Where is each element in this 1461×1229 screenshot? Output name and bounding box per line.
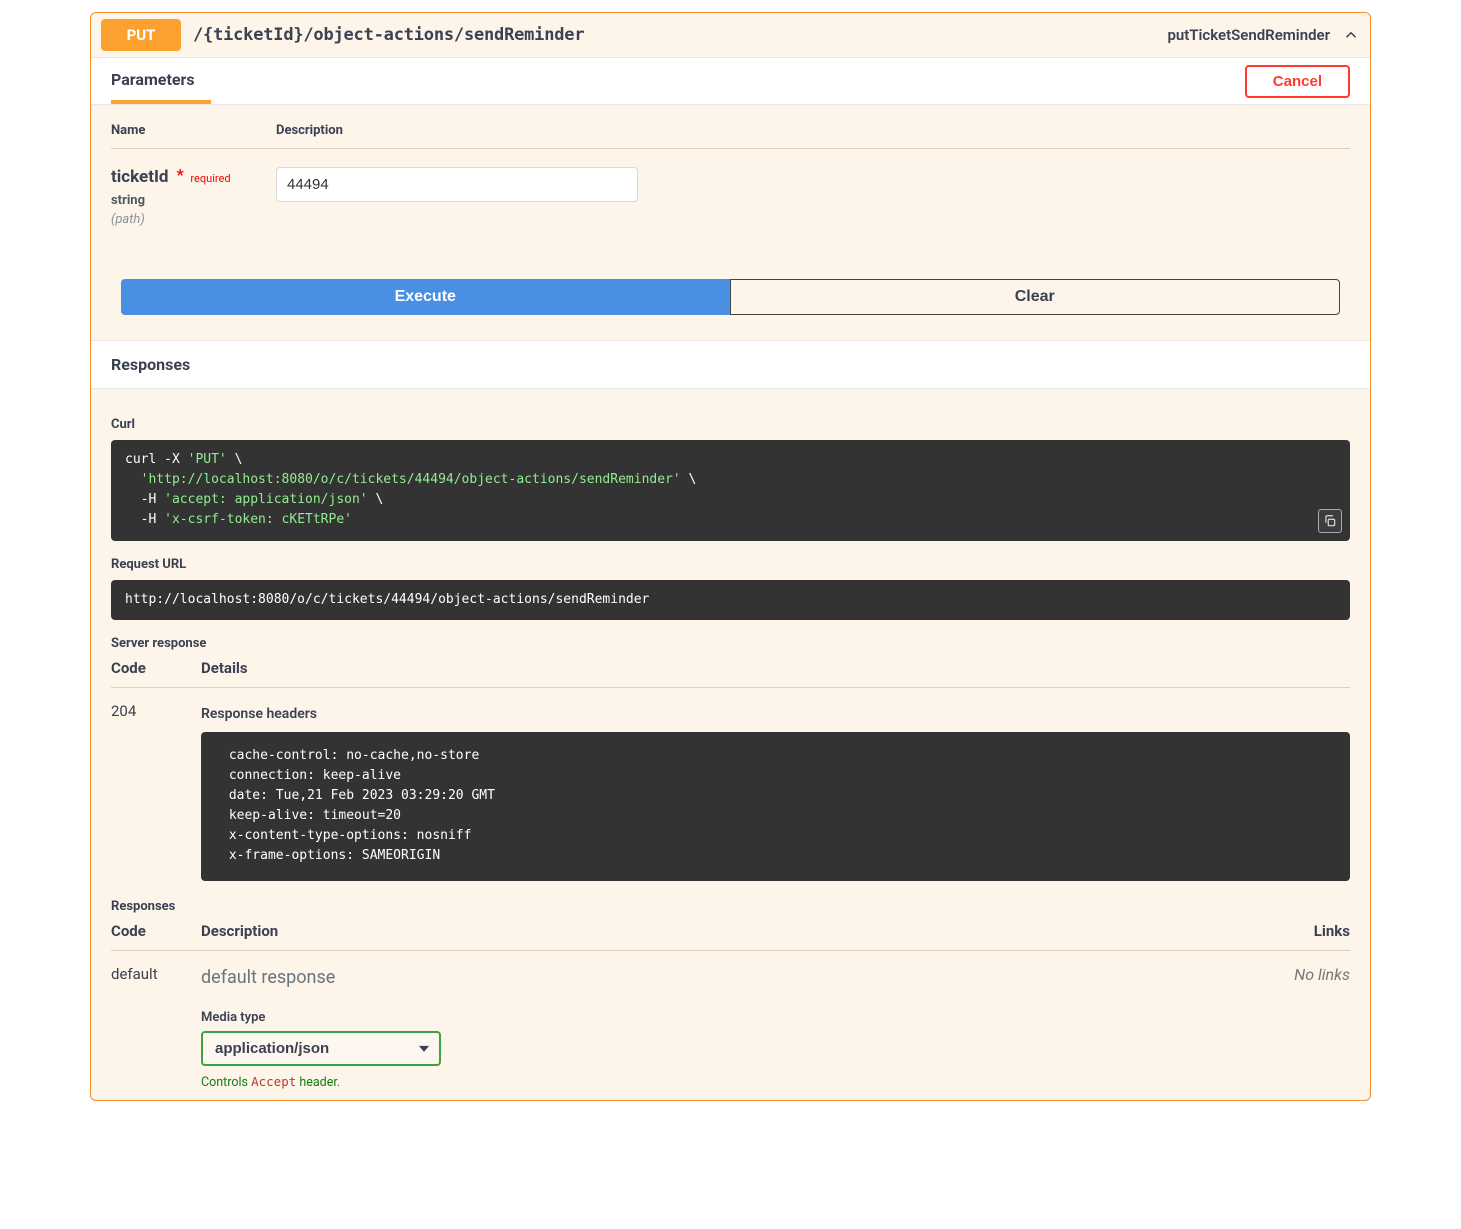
- parameters-section: Name Description ticketId * required str…: [91, 105, 1370, 267]
- responses-list-label: Responses: [111, 899, 1350, 914]
- accept-header-note: Controls Accept header.: [201, 1074, 1260, 1090]
- response-headers-label: Response headers: [201, 706, 1350, 722]
- clear-button[interactable]: Clear: [730, 279, 1341, 315]
- tab-parameters[interactable]: Parameters: [111, 58, 211, 104]
- server-response-code: 204: [111, 702, 201, 881]
- request-url-label: Request URL: [111, 557, 1350, 572]
- responses-links-header: Links: [1260, 922, 1350, 940]
- operation-block: PUT /{ticketId}/object-actions/sendRemin…: [90, 12, 1371, 1101]
- request-url-value: http://localhost:8080/o/c/tickets/44494/…: [125, 592, 649, 607]
- response-code-default: default: [111, 965, 201, 1090]
- server-response-code-header: Code: [111, 659, 201, 677]
- chevron-up-icon[interactable]: [1342, 26, 1360, 44]
- copy-icon[interactable]: [1318, 509, 1342, 533]
- method-badge: PUT: [101, 19, 181, 51]
- response-links: No links: [1260, 965, 1350, 1090]
- parameters-tab-row: Parameters Cancel: [91, 57, 1370, 105]
- responses-desc-header: Description: [201, 922, 1260, 940]
- param-location: (path): [111, 212, 276, 227]
- required-text: required: [190, 172, 230, 185]
- param-row-ticketid: ticketId * required string (path): [111, 149, 1350, 259]
- execute-button[interactable]: Execute: [121, 279, 730, 315]
- response-headers-block: cache-control: no-cache,no-store connect…: [201, 732, 1350, 881]
- server-response-label: Server response: [111, 636, 1350, 651]
- param-header-description: Description: [276, 123, 1350, 138]
- param-header-name: Name: [111, 123, 276, 138]
- param-name: ticketId: [111, 167, 169, 187]
- curl-label: Curl: [111, 417, 1350, 432]
- ticketid-input[interactable]: [276, 167, 638, 202]
- operation-summary-row[interactable]: PUT /{ticketId}/object-actions/sendRemin…: [91, 13, 1370, 57]
- operation-path: /{ticketId}/object-actions/sendReminder: [193, 25, 1155, 45]
- media-type-select[interactable]: application/json: [201, 1031, 441, 1066]
- operation-id: putTicketSendReminder: [1167, 26, 1330, 44]
- server-response-details-header: Details: [201, 659, 1350, 677]
- response-description: default response: [201, 967, 1260, 988]
- required-star-icon: *: [172, 165, 183, 184]
- responses-header: Responses: [91, 340, 1370, 389]
- responses-code-header: Code: [111, 922, 201, 940]
- media-type-label: Media type: [201, 1010, 1260, 1025]
- cancel-button[interactable]: Cancel: [1245, 65, 1350, 98]
- request-url-block: http://localhost:8080/o/c/tickets/44494/…: [111, 580, 1350, 620]
- action-button-row: Execute Clear: [91, 267, 1370, 340]
- curl-code-block: curl -X 'PUT' \ 'http://localhost:8080/o…: [111, 440, 1350, 541]
- param-type: string: [111, 193, 276, 208]
